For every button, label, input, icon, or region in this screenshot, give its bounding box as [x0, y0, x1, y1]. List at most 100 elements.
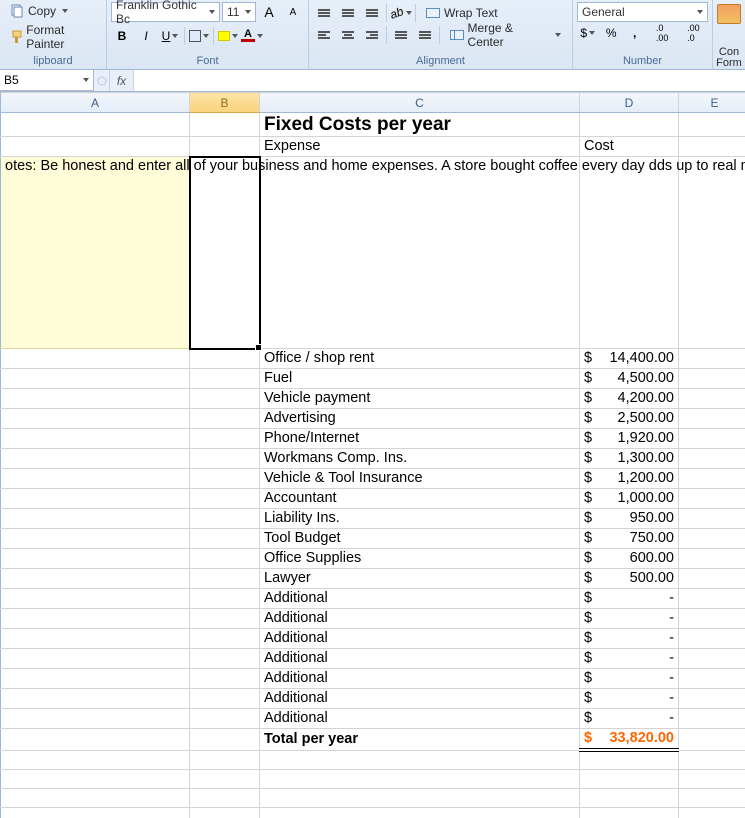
- cell[interactable]: [190, 807, 260, 818]
- cell[interactable]: $14,400.00: [580, 349, 679, 369]
- cell[interactable]: [1, 669, 190, 689]
- align-bottom-button[interactable]: [361, 3, 383, 23]
- currency-button[interactable]: $: [577, 23, 598, 43]
- cell[interactable]: [190, 750, 260, 769]
- cell[interactable]: [679, 609, 745, 629]
- cell[interactable]: [679, 349, 745, 369]
- note-cell[interactable]: otes: Be honest and enter all of your bu…: [1, 157, 190, 349]
- cell[interactable]: Additional: [260, 649, 580, 669]
- cell[interactable]: Additional: [260, 609, 580, 629]
- bold-button[interactable]: B: [111, 26, 133, 46]
- cell[interactable]: [1, 429, 190, 449]
- cell[interactable]: Vehicle payment: [260, 389, 580, 409]
- cell[interactable]: [1, 469, 190, 489]
- cell[interactable]: [190, 549, 260, 569]
- decrease-font-button[interactable]: A: [282, 2, 304, 22]
- cell[interactable]: Lawyer: [260, 569, 580, 589]
- column-header-D[interactable]: D: [580, 93, 679, 113]
- cell[interactable]: [679, 788, 745, 807]
- cell[interactable]: [1, 549, 190, 569]
- increase-indent-button[interactable]: [414, 25, 436, 45]
- align-top-button[interactable]: [313, 3, 335, 23]
- conditional-formatting-icon[interactable]: [717, 4, 741, 24]
- cell[interactable]: Fixed Costs per year: [260, 113, 580, 137]
- cell[interactable]: [679, 157, 745, 349]
- cell[interactable]: [190, 529, 260, 549]
- cell[interactable]: [190, 469, 260, 489]
- cell[interactable]: Additional: [260, 669, 580, 689]
- cell[interactable]: $4,200.00: [580, 389, 679, 409]
- cell[interactable]: [679, 750, 745, 769]
- selected-cell[interactable]: [190, 157, 260, 349]
- cell[interactable]: [190, 769, 260, 788]
- borders-button[interactable]: [188, 26, 210, 46]
- cell[interactable]: [260, 807, 580, 818]
- align-left-button[interactable]: [313, 25, 335, 45]
- cell[interactable]: [580, 769, 679, 788]
- column-header-A[interactable]: A: [1, 93, 190, 113]
- cell[interactable]: $950.00: [580, 509, 679, 529]
- cell[interactable]: [1, 369, 190, 389]
- align-middle-button[interactable]: [337, 3, 359, 23]
- font-color-button[interactable]: A: [241, 26, 263, 46]
- cell[interactable]: [260, 769, 580, 788]
- cell[interactable]: $1,200.00: [580, 469, 679, 489]
- cell[interactable]: Advertising: [260, 409, 580, 429]
- cell[interactable]: [1, 649, 190, 669]
- cell[interactable]: $-: [580, 649, 679, 669]
- cell[interactable]: [190, 409, 260, 429]
- italic-button[interactable]: I: [135, 26, 157, 46]
- cell[interactable]: $1,300.00: [580, 449, 679, 469]
- cell[interactable]: [679, 137, 745, 157]
- cell[interactable]: [679, 449, 745, 469]
- cell[interactable]: [1, 529, 190, 549]
- cell[interactable]: [580, 750, 679, 769]
- cell[interactable]: [190, 569, 260, 589]
- cell[interactable]: [190, 349, 260, 369]
- cell[interactable]: [1, 389, 190, 409]
- cell[interactable]: [190, 113, 260, 137]
- increase-font-button[interactable]: A: [258, 2, 280, 22]
- cell[interactable]: [679, 369, 745, 389]
- cell[interactable]: [679, 489, 745, 509]
- cell[interactable]: [1, 788, 190, 807]
- merge-center-button[interactable]: Merge & Center: [443, 19, 568, 51]
- column-header-C[interactable]: C: [260, 93, 580, 113]
- cell[interactable]: [580, 788, 679, 807]
- cell[interactable]: [1, 113, 190, 137]
- cell[interactable]: [1, 709, 190, 729]
- cell[interactable]: [190, 369, 260, 389]
- cell[interactable]: [1, 769, 190, 788]
- cell[interactable]: [190, 788, 260, 807]
- cell[interactable]: [1, 449, 190, 469]
- format-painter-button[interactable]: Format Painter: [3, 21, 103, 53]
- cell[interactable]: [260, 750, 580, 769]
- cell[interactable]: [679, 529, 745, 549]
- cell[interactable]: $-: [580, 689, 679, 709]
- cell[interactable]: [190, 389, 260, 409]
- cell[interactable]: $1,920.00: [580, 429, 679, 449]
- cell[interactable]: [190, 509, 260, 529]
- fx-button[interactable]: fx: [110, 70, 134, 91]
- column-header-E[interactable]: E: [679, 93, 745, 113]
- cell[interactable]: [1, 137, 190, 157]
- font-name-combo[interactable]: Franklin Gothic Bc: [111, 2, 220, 22]
- cell[interactable]: [679, 807, 745, 818]
- decrease-decimal-button[interactable]: .00.0: [679, 23, 708, 43]
- cell[interactable]: $33,820.00: [580, 729, 679, 751]
- cell[interactable]: [679, 729, 745, 751]
- copy-button[interactable]: Copy: [3, 2, 103, 20]
- cell[interactable]: [1, 609, 190, 629]
- cell[interactable]: Office / shop rent: [260, 349, 580, 369]
- cell[interactable]: Cost: [580, 137, 679, 157]
- cell[interactable]: [679, 769, 745, 788]
- cell[interactable]: [679, 629, 745, 649]
- cell[interactable]: Accountant: [260, 489, 580, 509]
- cell[interactable]: [1, 589, 190, 609]
- cell[interactable]: [1, 629, 190, 649]
- cell[interactable]: $-: [580, 709, 679, 729]
- cell[interactable]: [1, 689, 190, 709]
- cell[interactable]: [1, 729, 190, 751]
- cell[interactable]: [190, 709, 260, 729]
- cell[interactable]: $-: [580, 589, 679, 609]
